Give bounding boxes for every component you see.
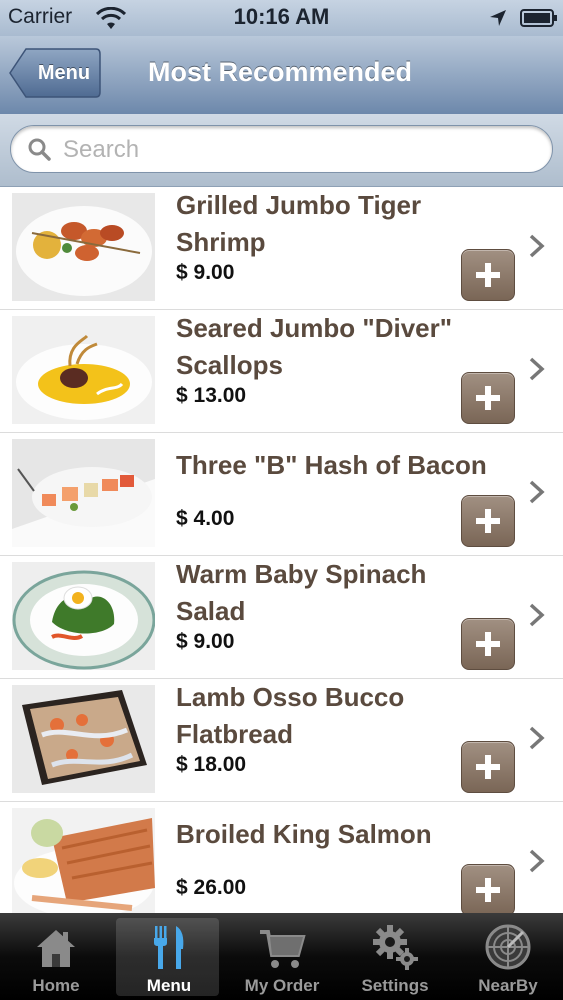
search-input[interactable] [61,126,535,174]
cart-icon [260,930,306,968]
dish-name: Broiled King Salmon [176,816,526,853]
add-to-order-button[interactable] [461,741,515,793]
chevron-right-icon [529,357,545,381]
add-to-order-button[interactable] [461,864,515,913]
radar-icon [485,924,531,970]
plus-icon [476,386,500,410]
tab-home[interactable]: Home [0,913,112,1000]
dish-name-line: Warm Baby Spinach [176,559,427,589]
back-menu-button[interactable]: Menu [8,47,102,99]
add-to-order-button[interactable] [461,495,515,547]
dish-name-line: Lamb Osso Bucco [176,682,405,712]
add-to-order-button[interactable] [461,249,515,301]
status-bar: Carrier 10:16 AM [0,0,563,36]
add-to-order-button[interactable] [461,618,515,670]
back-button-label: Menu [37,62,91,84]
plus-icon [476,878,500,902]
dish-photo [12,439,155,547]
status-time: 10:16 AM [233,4,330,29]
dish-price: $ 9.00 [176,630,235,653]
tab-label: Home [32,976,80,995]
dish-price: $ 9.00 [176,261,235,284]
page-title: Most Recommended [147,57,413,87]
dish-name-line: Grilled Jumbo Tiger [176,190,422,220]
dish-price: $ 13.00 [176,384,247,407]
chevron-right-icon [529,603,545,627]
dish-price: $ 4.00 [176,507,235,530]
search-bar [0,114,563,187]
tab-label: Settings [361,976,429,995]
dish-photo [12,685,155,793]
tab-label: Menu [146,976,192,995]
dish-price: $ 18.00 [176,753,247,776]
plus-icon [476,632,500,656]
tab-label: NearBy [478,976,538,995]
location-arrow-icon [490,10,506,26]
chevron-right-icon [529,726,545,750]
tab-my-order[interactable]: My Order [226,913,338,1000]
add-to-order-button[interactable] [461,372,515,424]
menu-item[interactable]: Three "B" Hash of Bacon $ 4.00 [0,433,563,556]
menu-item[interactable]: Grilled Jumbo Tiger Shrimp $ 9.00 [0,187,563,310]
dish-photo [12,316,155,424]
dish-name-line: Broiled King Salmon [176,819,432,849]
plus-icon [476,509,500,533]
chevron-right-icon [529,234,545,258]
battery-icon [520,9,557,27]
dish-photo [12,562,155,670]
chevron-right-icon [529,480,545,504]
tab-bar: Home Menu My Order Settings NearBy [0,913,563,1000]
menu-item[interactable]: Seared Jumbo "Diver" Scallops $ 13.00 [0,310,563,433]
chevron-right-icon [529,849,545,873]
tab-nearby[interactable]: NearBy [452,913,563,1000]
plus-icon [476,263,500,287]
dish-name: Three "B" Hash of Bacon [176,447,526,484]
search-icon [28,138,51,161]
dish-photo [12,193,155,301]
fork-knife-icon [154,926,184,969]
search-field[interactable] [10,125,553,174]
home-icon [37,930,75,967]
tab-menu[interactable]: Menu [113,913,225,1000]
menu-item[interactable]: Warm Baby Spinach Salad $ 9.00 [0,556,563,679]
tab-label: My Order [244,976,320,995]
dish-price: $ 26.00 [176,876,247,899]
dish-name-line: Three "B" Hash of Bacon [176,450,487,480]
dish-photo [12,808,155,913]
menu-item-list[interactable]: Grilled Jumbo Tiger Shrimp $ 9.00 Seared… [0,187,563,913]
dish-name-line: Seared Jumbo "Diver" [176,313,453,343]
gear-icon [373,925,418,970]
navigation-bar: Menu Most Recommended [0,36,563,115]
menu-item[interactable]: Lamb Osso Bucco Flatbread $ 18.00 [0,679,563,802]
plus-icon [476,755,500,779]
tab-settings[interactable]: Settings [339,913,451,1000]
menu-item[interactable]: Broiled King Salmon $ 26.00 [0,802,563,913]
